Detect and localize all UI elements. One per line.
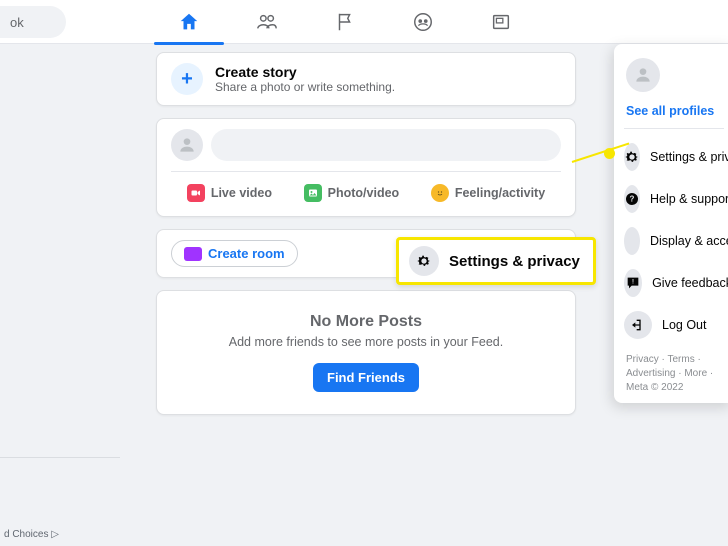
avatar-icon: [177, 135, 197, 155]
avatar-icon: [633, 65, 653, 85]
top-nav: ok: [0, 0, 728, 44]
find-friends-button[interactable]: Find Friends: [313, 363, 419, 392]
avatar[interactable]: [171, 129, 203, 161]
tab-home[interactable]: [150, 0, 228, 44]
svg-text:?: ?: [630, 195, 635, 204]
account-menu-panel: See all profiles Settings & privacy ? He…: [614, 44, 728, 403]
gear-icon: [409, 246, 439, 276]
see-all-profiles-link[interactable]: See all profiles: [624, 102, 724, 129]
tab-friends[interactable]: [228, 0, 306, 44]
groups-icon: [412, 11, 434, 33]
avatar[interactable]: [626, 58, 660, 92]
menu-give-feedback[interactable]: ! Give feedback: [624, 265, 728, 301]
create-story-title: Create story: [215, 64, 395, 80]
plus-icon: +: [171, 63, 203, 95]
menu-display-accessibility[interactable]: Display & accessibility: [624, 223, 728, 259]
no-more-title: No More Posts: [177, 313, 555, 331]
search-input[interactable]: ok: [0, 6, 66, 38]
tab-pages[interactable]: [306, 0, 384, 44]
annotation-dot: [604, 148, 615, 159]
divider: [0, 457, 120, 458]
composer-input[interactable]: [211, 129, 561, 161]
smile-icon: [431, 184, 449, 202]
settings-privacy-callout: Settings & privacy: [396, 237, 596, 285]
account-menu: Settings & privacy ? Help & support Disp…: [624, 129, 728, 343]
panel-footer-links[interactable]: Privacy · Terms · Advertising · More · M…: [624, 343, 728, 395]
feedback-icon: !: [624, 269, 642, 297]
gaming-icon: [490, 11, 512, 33]
tab-groups[interactable]: [384, 0, 462, 44]
nav-tabs: [150, 0, 540, 44]
menu-settings-privacy[interactable]: Settings & privacy: [624, 139, 728, 175]
feeling-button[interactable]: Feeling/activity: [421, 178, 555, 208]
create-story-subtitle: Share a photo or write something.: [215, 80, 395, 94]
flag-icon: [334, 11, 356, 33]
friends-icon: [256, 11, 278, 33]
moon-icon: [624, 227, 640, 255]
create-room-button[interactable]: Create room: [171, 240, 298, 267]
footer-text: d Choices ▷: [4, 529, 59, 540]
live-video-button[interactable]: Live video: [177, 178, 282, 208]
no-more-posts-card: No More Posts Add more friends to see mo…: [156, 290, 576, 415]
gear-icon: [624, 143, 640, 171]
home-icon: [178, 11, 200, 33]
callout-label: Settings & privacy: [449, 253, 580, 270]
svg-text:!: !: [632, 280, 634, 286]
help-icon: ?: [624, 185, 640, 213]
menu-help-support[interactable]: ? Help & support: [624, 181, 728, 217]
menu-log-out[interactable]: Log Out: [624, 307, 728, 343]
video-room-icon: [184, 247, 202, 261]
logout-icon: [624, 311, 652, 339]
create-story-card[interactable]: + Create story Share a photo or write so…: [156, 52, 576, 106]
no-more-subtitle: Add more friends to see more posts in yo…: [177, 335, 555, 349]
composer-card: Live video Photo/video Feeling/activity: [156, 118, 576, 217]
photo-video-button[interactable]: Photo/video: [294, 178, 410, 208]
video-icon: [187, 184, 205, 202]
tab-gaming[interactable]: [462, 0, 540, 44]
photo-icon: [304, 184, 322, 202]
